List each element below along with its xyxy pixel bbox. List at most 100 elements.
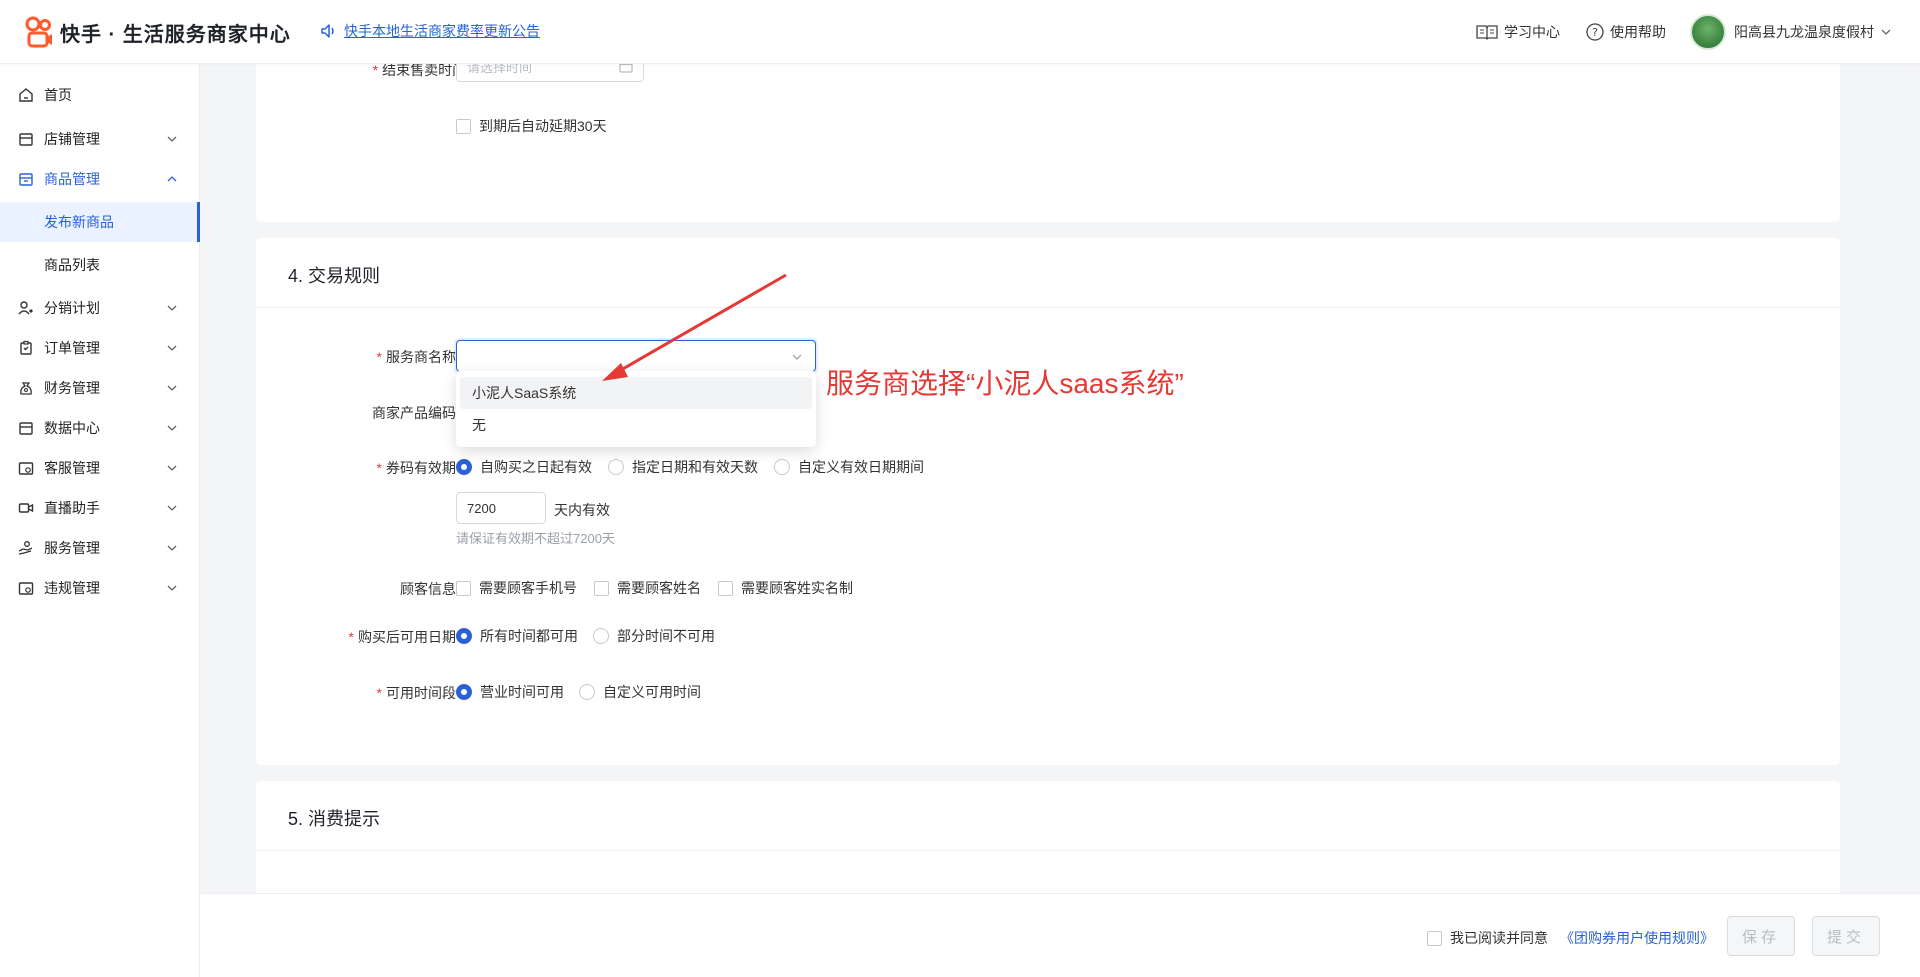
submit-button[interactable]: 提交 — [1812, 916, 1880, 956]
required-mark: * — [372, 62, 379, 78]
radio[interactable] — [593, 628, 609, 644]
validity-option-label: 自购买之日起有效 — [480, 459, 592, 475]
required-mark: * — [376, 349, 382, 365]
header-right: 学习中心 ? 使用帮助 阳高县九龙温泉度假村 — [1450, 12, 1892, 52]
usable-date-partial[interactable]: 部分时间不可用 — [593, 626, 715, 646]
customer-info-realname[interactable]: 需要顾客姓实名制 — [718, 578, 853, 598]
radio[interactable] — [774, 459, 790, 475]
usable-time-option-label: 营业时间可用 — [480, 684, 564, 700]
radio-selected[interactable] — [456, 684, 472, 700]
usable-time-custom[interactable]: 自定义可用时间 — [579, 682, 701, 702]
top-header: 快手 · 生活服务商家中心 快手本地生活商家费率更新公告 学习中心 ? 使用帮助 — [0, 0, 1920, 64]
checkbox[interactable] — [594, 580, 609, 596]
kuaishou-logo-icon[interactable] — [24, 16, 54, 48]
camera-icon — [18, 503, 34, 513]
radio-selected[interactable] — [456, 459, 472, 475]
annotation-text: 服务商选择“小泥人saas系统” — [826, 368, 1184, 399]
radio-selected[interactable] — [456, 628, 472, 644]
provider-label-text: 服务商名称 — [386, 349, 456, 365]
chevron-down-icon — [167, 425, 177, 431]
chevron-down-icon — [167, 585, 177, 591]
section-divider — [256, 307, 1840, 308]
sidebar-item-label: 数据中心 — [44, 420, 100, 436]
box-icon — [19, 173, 33, 186]
merchant-avatar[interactable] — [1690, 14, 1726, 50]
learning-center-label[interactable]: 学习中心 — [1504, 22, 1560, 42]
usable-date-all[interactable]: 所有时间都可用 — [456, 626, 578, 646]
sidebar-item-label: 商品管理 — [44, 171, 100, 187]
sidebar-item-store[interactable]: 店铺管理 — [0, 119, 200, 159]
merchant-name[interactable]: 阳高县九龙温泉度假村 — [1734, 22, 1874, 42]
chevron-down-icon — [167, 545, 177, 551]
validity-days-input[interactable]: 7200 — [456, 492, 546, 524]
sidebar-item-label: 客服管理 — [44, 460, 100, 476]
store-icon — [19, 133, 33, 146]
book-icon — [1476, 25, 1498, 40]
dropdown-option[interactable]: 小泥人SaaS系统 — [460, 377, 812, 409]
validity-hint: 请保证有效期不超过7200天 — [456, 531, 615, 546]
customer-info-phone[interactable]: 需要顾客手机号 — [456, 578, 577, 598]
sidebar-item-live-assistant[interactable]: 直播助手 — [0, 488, 200, 528]
auto-extend-label: 到期后自动延期30天 — [479, 118, 607, 134]
sidebar-sub-publish-product[interactable]: 发布新商品 — [0, 202, 200, 242]
section-divider — [256, 850, 1840, 851]
sidebar-item-finance[interactable]: 财务管理 — [0, 368, 200, 408]
sidebar-item-data-center[interactable]: 数据中心 — [0, 408, 200, 448]
help-label[interactable]: 使用帮助 — [1610, 22, 1666, 42]
checkbox[interactable] — [718, 580, 733, 596]
agreement-checkbox[interactable] — [1427, 930, 1442, 946]
provider-select[interactable] — [456, 340, 816, 372]
chevron-down-icon — [167, 385, 177, 391]
hand-icon — [18, 541, 33, 555]
sidebar-item-label: 店铺管理 — [44, 131, 100, 147]
radio[interactable] — [608, 459, 624, 475]
auto-extend-checkbox[interactable] — [456, 118, 471, 134]
usable-date-label-text: 购买后可用日期 — [358, 629, 456, 645]
chevron-down-icon — [167, 465, 177, 471]
sidebar-item-customer-service[interactable]: 客服管理 — [0, 448, 200, 488]
sidebar-item-distribution[interactable]: 分销计划 — [0, 288, 200, 328]
customer-info-option-label: 需要顾客手机号 — [479, 580, 577, 596]
radio[interactable] — [579, 684, 595, 700]
validity-option-label: 自定义有效日期期间 — [798, 459, 924, 475]
sidebar-item-home[interactable]: 首页 — [0, 75, 200, 115]
sidebar-sub-product-list[interactable]: 商品列表 — [0, 245, 200, 285]
validity-option-label: 指定日期和有效天数 — [632, 459, 758, 475]
usable-time-label: * 可用时间段 — [256, 683, 456, 703]
sidebar-item-products[interactable]: 商品管理 — [0, 159, 200, 199]
auto-extend-option[interactable]: 到期后自动延期30天 — [456, 116, 607, 136]
validity-label-text: 券码有效期 — [386, 460, 456, 476]
validity-option-from-purchase[interactable]: 自购买之日起有效 — [456, 457, 592, 477]
learning-center-link[interactable]: 学习中心 — [1476, 22, 1560, 42]
required-mark: * — [376, 685, 382, 701]
chevron-down-icon — [167, 505, 177, 511]
sidebar-item-violations[interactable]: 违规管理 — [0, 568, 200, 608]
notice-link[interactable]: 快手本地生活商家费率更新公告 — [320, 21, 540, 41]
svg-text:?: ? — [1592, 26, 1598, 39]
save-button[interactable]: 保存 — [1727, 916, 1795, 956]
dropdown-option[interactable]: 无 — [460, 409, 812, 441]
sidebar-item-label: 服务管理 — [44, 540, 100, 556]
usable-time-label-text: 可用时间段 — [386, 685, 456, 701]
sidebar-item-label: 财务管理 — [44, 380, 100, 396]
notice-text[interactable]: 快手本地生活商家费率更新公告 — [344, 21, 540, 41]
sidebar-item-orders[interactable]: 订单管理 — [0, 328, 200, 368]
chevron-down-icon — [167, 136, 177, 142]
chevron-down-icon — [792, 354, 802, 360]
section-4-card: 4. 交易规则 * 服务商名称 商家产品编码 * 券码有效期 自购买之日起有效 指定… — [256, 238, 1840, 765]
sidebar-item-service-management[interactable]: 服务管理 — [0, 528, 200, 568]
usable-time-business-hours[interactable]: 营业时间可用 — [456, 682, 564, 702]
checkbox[interactable] — [456, 580, 471, 596]
customer-info-name[interactable]: 需要顾客姓名 — [594, 578, 701, 598]
home-icon — [19, 88, 33, 102]
provider-label: * 服务商名称 — [256, 347, 456, 367]
agreement-row[interactable]: 我已阅读并同意 《团购券用户使用规则》 — [1427, 928, 1714, 948]
sidebar-item-label: 直播助手 — [44, 500, 100, 516]
chevron-down-icon[interactable] — [1880, 26, 1892, 38]
agreement-link[interactable]: 《团购券用户使用规则》 — [1560, 928, 1714, 948]
validity-option-fixed-days[interactable]: 指定日期和有效天数 — [608, 457, 758, 477]
agreement-text: 我已阅读并同意 — [1450, 930, 1548, 946]
chevron-up-icon — [167, 176, 177, 182]
help-link[interactable]: ? 使用帮助 — [1586, 22, 1666, 42]
validity-option-custom-period[interactable]: 自定义有效日期期间 — [774, 457, 924, 477]
